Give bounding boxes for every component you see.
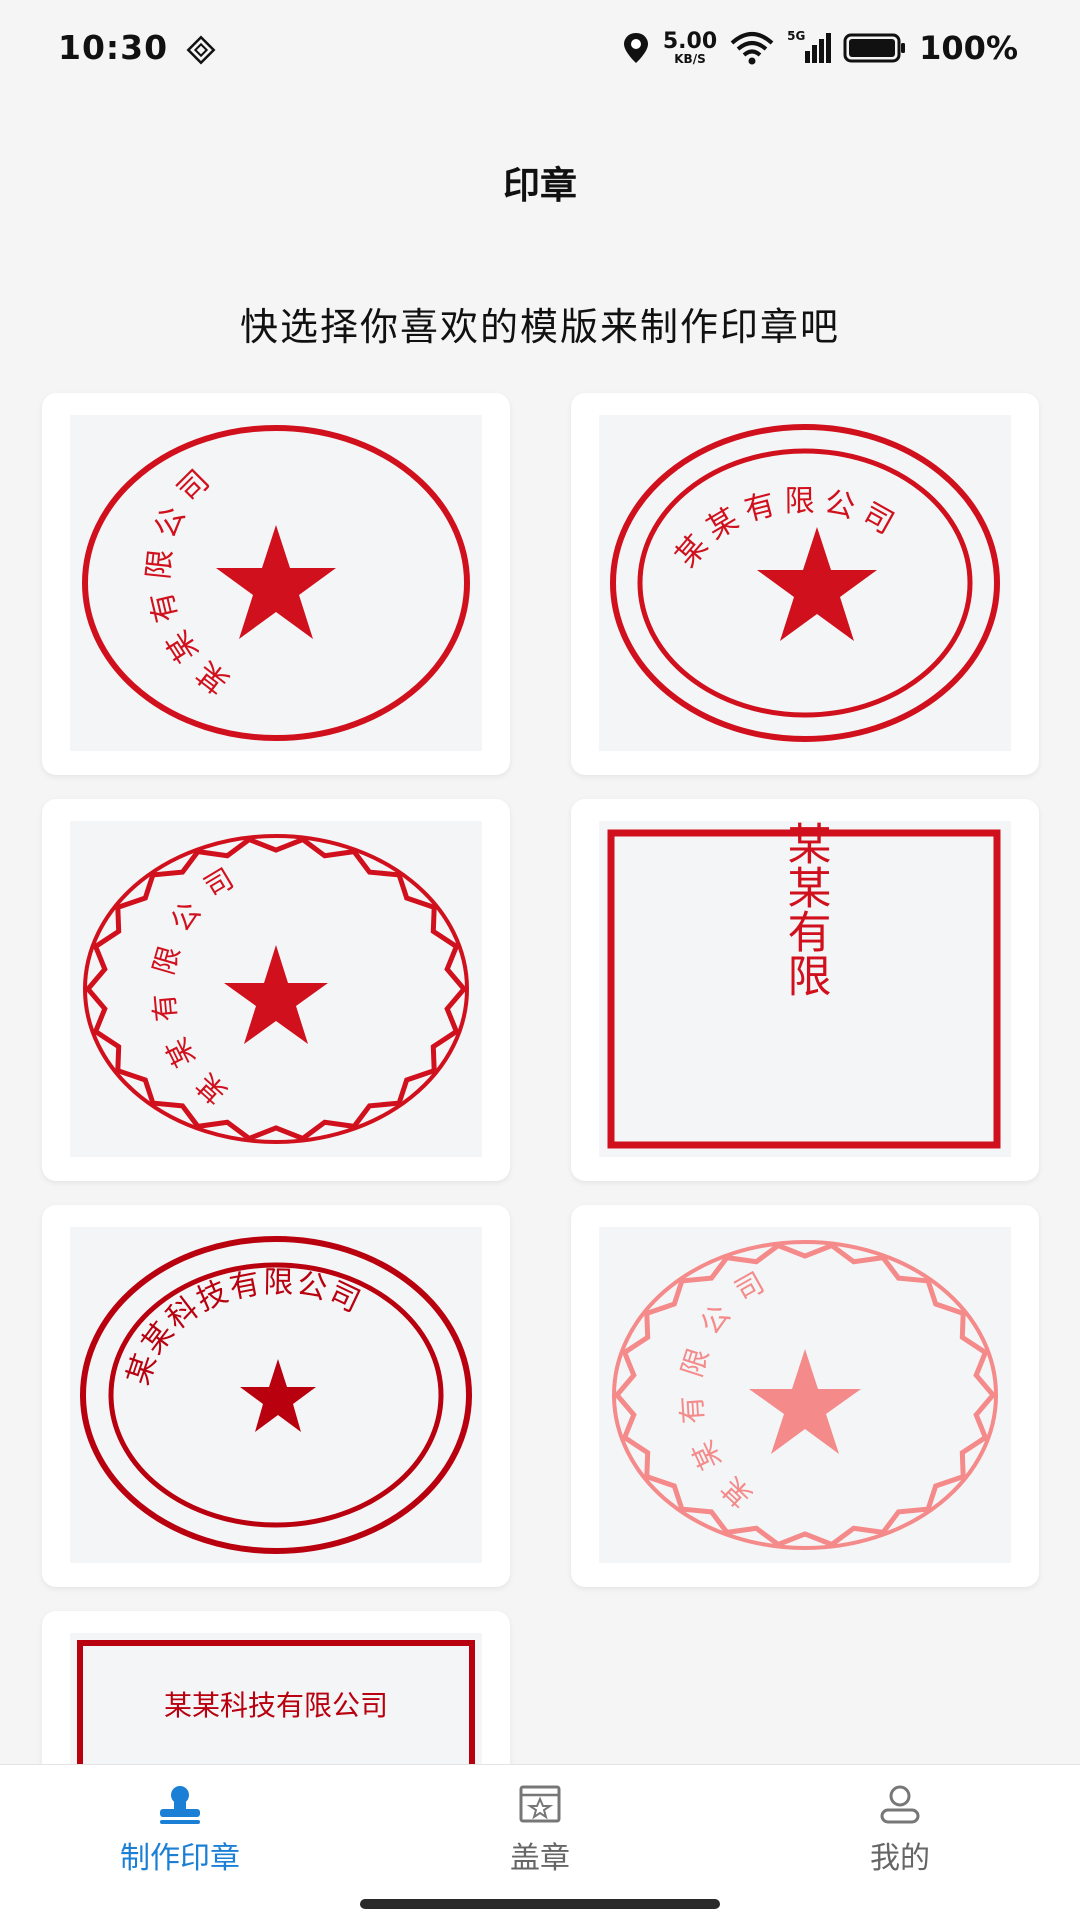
stamp-text: 某某有限公司 [669, 484, 899, 574]
stamp-template-card[interactable]: 某某科技有限公司 [42, 1611, 510, 1764]
stamp-preview: 某某科技有限公司 [70, 1633, 482, 1764]
scalloped-stamp-icon: 某某有限公司 [612, 1240, 998, 1550]
stamp-text: 某某有限 [780, 821, 831, 997]
double-ring-stamp-icon: 某某科技有限公司 [80, 1236, 472, 1554]
stamp-text: 某某有限公司 [674, 1258, 768, 1514]
tab-label: 我的 [870, 1841, 930, 1876]
stamp-preview: 某某有限公司 [599, 415, 1011, 751]
tab-profile[interactable]: 我的 [780, 1785, 1020, 1877]
stamp-text: 某某有限公司 [146, 853, 237, 1109]
stamp-preview: 某某有限 [599, 821, 1011, 1157]
stamp-template-card[interactable]: 某某有限公司 [571, 1205, 1039, 1587]
stamp-template-card[interactable]: 某某有限 [571, 799, 1039, 1181]
rectangle-stamp-icon: 某某科技有限公司 [77, 1640, 475, 1764]
tab-apply-seal[interactable]: 盖章 [420, 1785, 660, 1877]
stamp-text: 某某科技有限公司 [164, 1689, 388, 1722]
tab-label: 盖章 [510, 1841, 570, 1876]
double-ring-stamp-icon: 某某有限公司 [610, 424, 1000, 742]
stamp-preview: 某某有限公司 [70, 415, 482, 751]
bottom-tab-bar: 制作印章 盖章 我的 [0, 1764, 1080, 1921]
seal-frame-icon [519, 1785, 561, 1823]
square-stamp-icon: 某某有限 [607, 821, 1001, 1149]
svg-text:某某有限公司: 某某有限公司 [674, 1258, 784, 1514]
template-grid: 某某有限公司 某某有限公司 某某有限公司 某某有限 某某科技有限公司 某某有限公… [0, 0, 1080, 1764]
stamp-text: 某某科技有限公司 [121, 1265, 365, 1389]
stamp-text: 某某有限公司 [141, 456, 226, 700]
svg-text:某某有限公司: 某某有限公司 [146, 853, 253, 1109]
user-icon [880, 1785, 920, 1824]
svg-text:某某科技有限公司: 某某科技有限公司 [121, 1265, 367, 1389]
stamp-template-card[interactable]: 某某科技有限公司 [42, 1205, 510, 1587]
svg-text:某某有限公司: 某某有限公司 [141, 456, 236, 700]
stamp-preview: 某某科技有限公司 [70, 1227, 482, 1563]
home-indicator[interactable] [360, 1899, 720, 1909]
tab-make-stamp[interactable]: 制作印章 [60, 1785, 300, 1877]
stamp-preview: 某某有限公司 [599, 1227, 1011, 1563]
scalloped-stamp-icon: 某某有限公司 [83, 834, 469, 1144]
stamp-icon [160, 1786, 200, 1824]
stamp-preview: 某某有限公司 [70, 821, 482, 1157]
round-stamp-icon: 某某有限公司 [82, 425, 470, 741]
stamp-template-card[interactable]: 某某有限公司 [42, 799, 510, 1181]
svg-text:某某有限公司: 某某有限公司 [669, 484, 907, 574]
stamp-template-card[interactable]: 某某有限公司 [42, 393, 510, 775]
stamp-template-card[interactable]: 某某有限公司 [571, 393, 1039, 775]
tab-label: 制作印章 [120, 1841, 240, 1876]
